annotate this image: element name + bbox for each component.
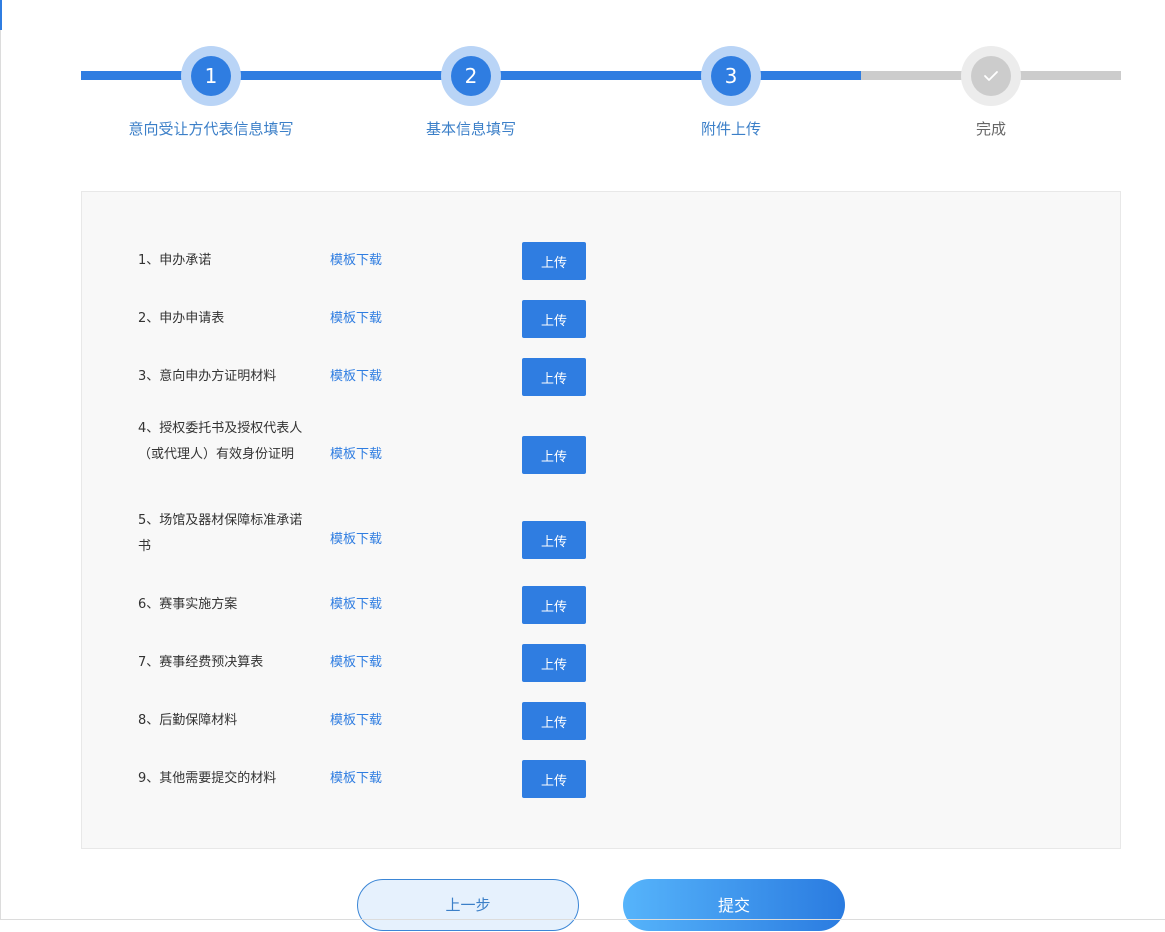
step-label: 意向受让方代表信息填写 — [128, 120, 294, 138]
document-row: 7、赛事经费预决算表 模板下载 上传 — [82, 644, 1122, 682]
document-row: 5、场馆及器材保障标准承诺书 模板下载 上传 — [82, 508, 1122, 560]
document-name: 7、赛事经费预决算表 — [138, 655, 264, 670]
upload-button[interactable]: 上传 — [522, 702, 586, 740]
upload-button[interactable]: 上传 — [522, 760, 586, 798]
upload-button[interactable]: 上传 — [522, 521, 586, 559]
step-number-badge: 3 — [711, 56, 751, 96]
check-icon — [984, 71, 998, 81]
template-download-link[interactable]: 模板下载 — [330, 769, 382, 789]
document-row: 2、申办申请表 模板下载 上传 — [82, 300, 1122, 338]
upload-button[interactable]: 上传 — [522, 586, 586, 624]
upload-button[interactable]: 上传 — [522, 436, 586, 474]
previous-step-button[interactable]: 上一步 — [357, 879, 579, 931]
previous-step-label: 上一步 — [445, 895, 491, 914]
template-download-link[interactable]: 模板下载 — [330, 530, 382, 550]
template-download-link[interactable]: 模板下载 — [330, 711, 382, 731]
template-download-link[interactable]: 模板下载 — [330, 445, 382, 465]
step-label: 附件上传 — [700, 120, 761, 138]
step-1: 1 意向受让方代表信息填写 — [81, 40, 341, 150]
step-label: 基本信息填写 — [425, 120, 516, 138]
step-badge — [971, 56, 1011, 96]
progress-stepper: 1 意向受让方代表信息填写 2 基本信息填写 3 附件上传 完成 — [81, 40, 1121, 150]
document-name: 2、申办申请表 — [138, 311, 225, 326]
left-border — [0, 0, 1, 920]
step-label: 完成 — [975, 120, 1006, 138]
document-row: 6、赛事实施方案 模板下载 上传 — [82, 586, 1122, 624]
document-name: 8、后勤保障材料 — [138, 713, 238, 728]
document-name: 4、授权委托书及授权代表人（或代理人）有效身份证明 — [138, 421, 303, 462]
document-name: 5、场馆及器材保障标准承诺书 — [138, 513, 303, 554]
document-row: 4、授权委托书及授权代表人（或代理人）有效身份证明 模板下载 上传 — [82, 416, 1122, 494]
document-row: 1、申办承诺 模板下载 上传 — [82, 242, 1122, 280]
document-name: 9、其他需要提交的材料 — [138, 771, 277, 786]
template-download-link[interactable]: 模板下载 — [330, 251, 382, 271]
attachment-panel: 1、申办承诺 模板下载 上传 2、申办申请表 模板下载 上传 3、意向申办方证明… — [81, 191, 1121, 849]
step-4: 完成 — [861, 40, 1121, 150]
upload-button[interactable]: 上传 — [522, 358, 586, 396]
document-row: 3、意向申办方证明材料 模板下载 上传 — [82, 358, 1122, 396]
template-download-link[interactable]: 模板下载 — [330, 309, 382, 329]
step-2: 2 基本信息填写 — [341, 40, 601, 150]
template-download-link[interactable]: 模板下载 — [330, 367, 382, 387]
step-number-badge: 2 — [451, 56, 491, 96]
document-name: 6、赛事实施方案 — [138, 597, 238, 612]
template-download-link[interactable]: 模板下载 — [330, 595, 382, 615]
upload-button[interactable]: 上传 — [522, 300, 586, 338]
step-3: 3 附件上传 — [601, 40, 861, 150]
submit-label: 提交 — [717, 896, 750, 915]
document-name: 3、意向申办方证明材料 — [138, 369, 277, 384]
upload-button[interactable]: 上传 — [522, 242, 586, 280]
submit-button[interactable]: 提交 — [623, 879, 845, 931]
bottom-border — [0, 919, 1165, 920]
step-number-badge: 1 — [191, 56, 231, 96]
document-name: 1、申办承诺 — [138, 253, 212, 268]
template-download-link[interactable]: 模板下载 — [330, 653, 382, 673]
document-row: 9、其他需要提交的材料 模板下载 上传 — [82, 760, 1122, 798]
document-row: 8、后勤保障材料 模板下载 上传 — [82, 702, 1122, 740]
left-accent-mark — [0, 0, 2, 30]
upload-button[interactable]: 上传 — [522, 644, 586, 682]
